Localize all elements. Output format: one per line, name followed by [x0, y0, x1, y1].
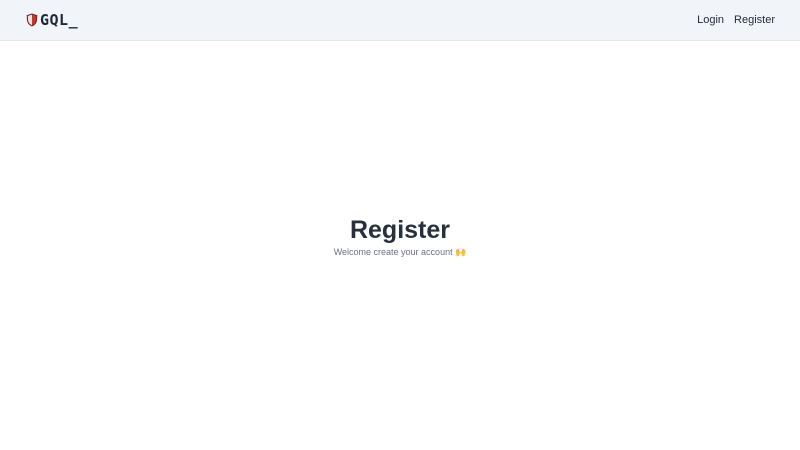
shield-icon	[26, 13, 38, 27]
nav-links: Login Register	[697, 14, 775, 26]
page-title: Register	[349, 216, 451, 244]
page-subtitle: Welcome create your account 🙌	[333, 247, 467, 257]
brand-name: GQL_	[40, 11, 79, 29]
brand-logo-link[interactable]: GQL_	[26, 11, 78, 29]
top-navbar: GQL_ Login Register	[0, 0, 800, 41]
register-hero: Register Welcome create your account 🙌	[0, 215, 800, 258]
register-link[interactable]: Register	[734, 14, 775, 26]
login-link[interactable]: Login	[697, 14, 724, 26]
